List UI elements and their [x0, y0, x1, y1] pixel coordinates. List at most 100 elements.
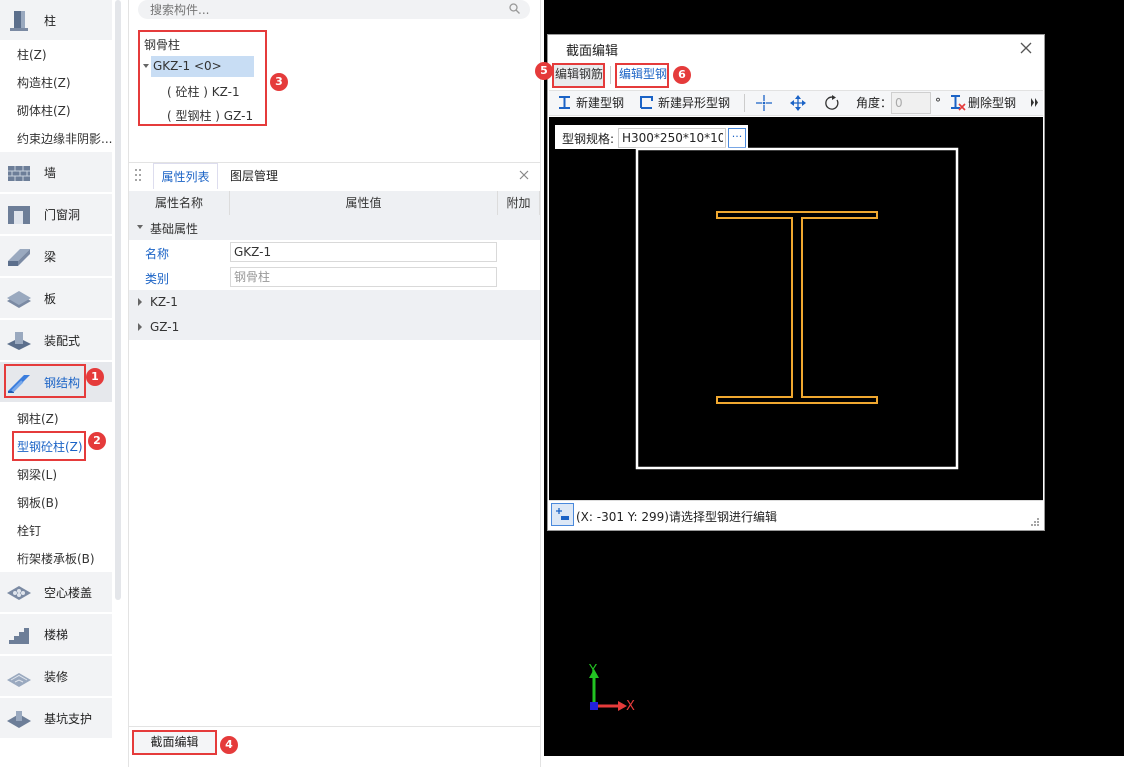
- drag-handle-icon[interactable]: [134, 168, 142, 182]
- step-badge-2: 2: [88, 432, 106, 450]
- toolbar-divider: [744, 94, 745, 112]
- group-label: 基础属性: [150, 222, 199, 236]
- group-row-basic[interactable]: 基础属性: [129, 215, 540, 240]
- new-steel-icon[interactable]: [558, 96, 571, 109]
- category-label: 装修: [44, 669, 69, 684]
- sidebar-item-steel-plate[interactable]: 钢板(B): [17, 494, 59, 511]
- sidebar-item-column[interactable]: 柱(Z): [17, 46, 47, 63]
- hollow-floor-icon: [6, 581, 32, 603]
- prop-name-label: 名称: [145, 247, 170, 261]
- sidebar-item-steel-beam[interactable]: 钢梁(L): [17, 466, 57, 483]
- category-label: 墙: [44, 165, 57, 180]
- rotate-icon[interactable]: [824, 95, 840, 111]
- sidebar-item-masonry-column[interactable]: 砌体柱(Z): [17, 102, 71, 119]
- angle-label: 角度：: [856, 96, 893, 110]
- group-row-gz1[interactable]: GZ-1: [129, 315, 540, 340]
- group-row-kz1[interactable]: KZ-1: [129, 290, 540, 315]
- group-label: KZ-1: [150, 295, 178, 309]
- category-slab[interactable]: 板: [0, 278, 112, 318]
- search-box[interactable]: [138, 0, 530, 19]
- bottom-toolbar-strip: [544, 756, 1124, 767]
- category-label: 装配式: [44, 333, 81, 348]
- prop-name-value[interactable]: GKZ-1: [230, 242, 497, 262]
- step-badge-6: 6: [673, 66, 691, 84]
- category-decoration[interactable]: 装修: [0, 656, 112, 696]
- step-badge-1: 1: [86, 368, 104, 386]
- category-label: 门窗洞: [44, 207, 81, 222]
- delete-steel-icon[interactable]: [950, 95, 966, 111]
- move-icon[interactable]: [790, 95, 806, 111]
- new-irregular-steel-icon[interactable]: [640, 96, 653, 109]
- wall-icon: [6, 161, 32, 183]
- category-label: 楼梯: [44, 627, 69, 642]
- section-edit-button[interactable]: 截面编辑: [132, 730, 217, 755]
- sidebar-item-stud[interactable]: 栓钉: [17, 522, 41, 539]
- h-steel-section: [716, 211, 878, 404]
- tab-layer-manager[interactable]: 图层管理: [230, 163, 278, 189]
- highlight-box: [4, 364, 86, 398]
- sidebar-scrollbar[interactable]: [115, 0, 121, 600]
- y-axis-label: Y: [589, 663, 597, 678]
- door-window-icon: [6, 203, 32, 225]
- stair-icon: [6, 623, 32, 645]
- column-header-extra: 附加: [498, 191, 540, 215]
- sidebar-item-structural-column[interactable]: 构造柱(Z): [17, 74, 71, 91]
- category-pit-support[interactable]: 基坑支护: [0, 698, 112, 738]
- category-label: 梁: [44, 249, 57, 264]
- highlight-box: [615, 63, 669, 88]
- sidebar-item-steel-column[interactable]: 钢柱(Z): [17, 410, 59, 427]
- category-label: 基坑支护: [44, 711, 93, 726]
- coordinate-icon[interactable]: [551, 503, 574, 526]
- divider: [129, 726, 540, 727]
- group-label: GZ-1: [150, 320, 180, 334]
- category-label: 柱: [44, 13, 57, 28]
- snap-point-icon[interactable]: [756, 95, 772, 111]
- slab-icon: [6, 287, 32, 309]
- decoration-icon: [6, 665, 32, 687]
- prop-category-value: 钢骨柱: [230, 267, 497, 287]
- category-wall[interactable]: 墙: [0, 152, 112, 192]
- search-input[interactable]: [148, 0, 498, 19]
- category-beam[interactable]: 梁: [0, 236, 112, 276]
- column-header-value: 属性值: [230, 191, 498, 215]
- step-badge-3: 3: [270, 73, 288, 91]
- column-header-name: 属性名称: [129, 191, 230, 215]
- category-door-window[interactable]: 门窗洞: [0, 194, 112, 234]
- category-label: 空心楼盖: [44, 585, 93, 600]
- close-icon[interactable]: [519, 170, 529, 180]
- highlight-box: [138, 30, 267, 126]
- category-hollow-floor[interactable]: 空心楼盖: [0, 572, 112, 612]
- step-badge-5: 5: [535, 62, 553, 80]
- more-arrow-icon[interactable]: [1031, 98, 1039, 107]
- prop-category-label: 类别: [145, 272, 170, 286]
- search-icon[interactable]: [509, 3, 520, 14]
- expand-arrow-icon: [138, 323, 142, 331]
- highlight-box: [552, 63, 605, 88]
- category-column[interactable]: 柱: [0, 0, 112, 40]
- step-badge-4: 4: [220, 736, 238, 754]
- new-irregular-steel-button[interactable]: 新建异形型钢: [658, 95, 730, 111]
- category-prefab[interactable]: 装配式: [0, 320, 112, 360]
- category-label: 板: [44, 291, 57, 306]
- sidebar-item-edge-column[interactable]: 约束边缘非阴影...: [17, 130, 112, 147]
- expand-arrow-icon: [138, 298, 142, 306]
- resize-grip-icon[interactable]: [1030, 517, 1040, 527]
- tab-divider: [610, 66, 611, 84]
- x-axis-label: X: [626, 699, 635, 714]
- sidebar-item-truss-deck[interactable]: 桁架楼承板(B): [17, 550, 95, 567]
- column-icon: [6, 9, 32, 31]
- angle-input[interactable]: [891, 92, 931, 114]
- tab-property-list[interactable]: 属性列表: [153, 163, 218, 189]
- category-stair[interactable]: 楼梯: [0, 614, 112, 654]
- dialog-title: 截面编辑: [566, 44, 619, 59]
- delete-steel-button[interactable]: 删除型钢: [968, 95, 1016, 111]
- pit-support-icon: [6, 707, 32, 729]
- prefab-icon: [6, 329, 32, 351]
- section-drawing[interactable]: [549, 117, 1043, 500]
- beam-icon: [6, 245, 32, 267]
- new-steel-button[interactable]: 新建型钢: [576, 95, 624, 111]
- highlight-box: [12, 431, 86, 461]
- status-text: (X: -301 Y: 299)请选择型钢进行编辑: [576, 510, 777, 524]
- close-icon[interactable]: [1018, 40, 1034, 56]
- collapse-arrow-icon: [137, 225, 143, 229]
